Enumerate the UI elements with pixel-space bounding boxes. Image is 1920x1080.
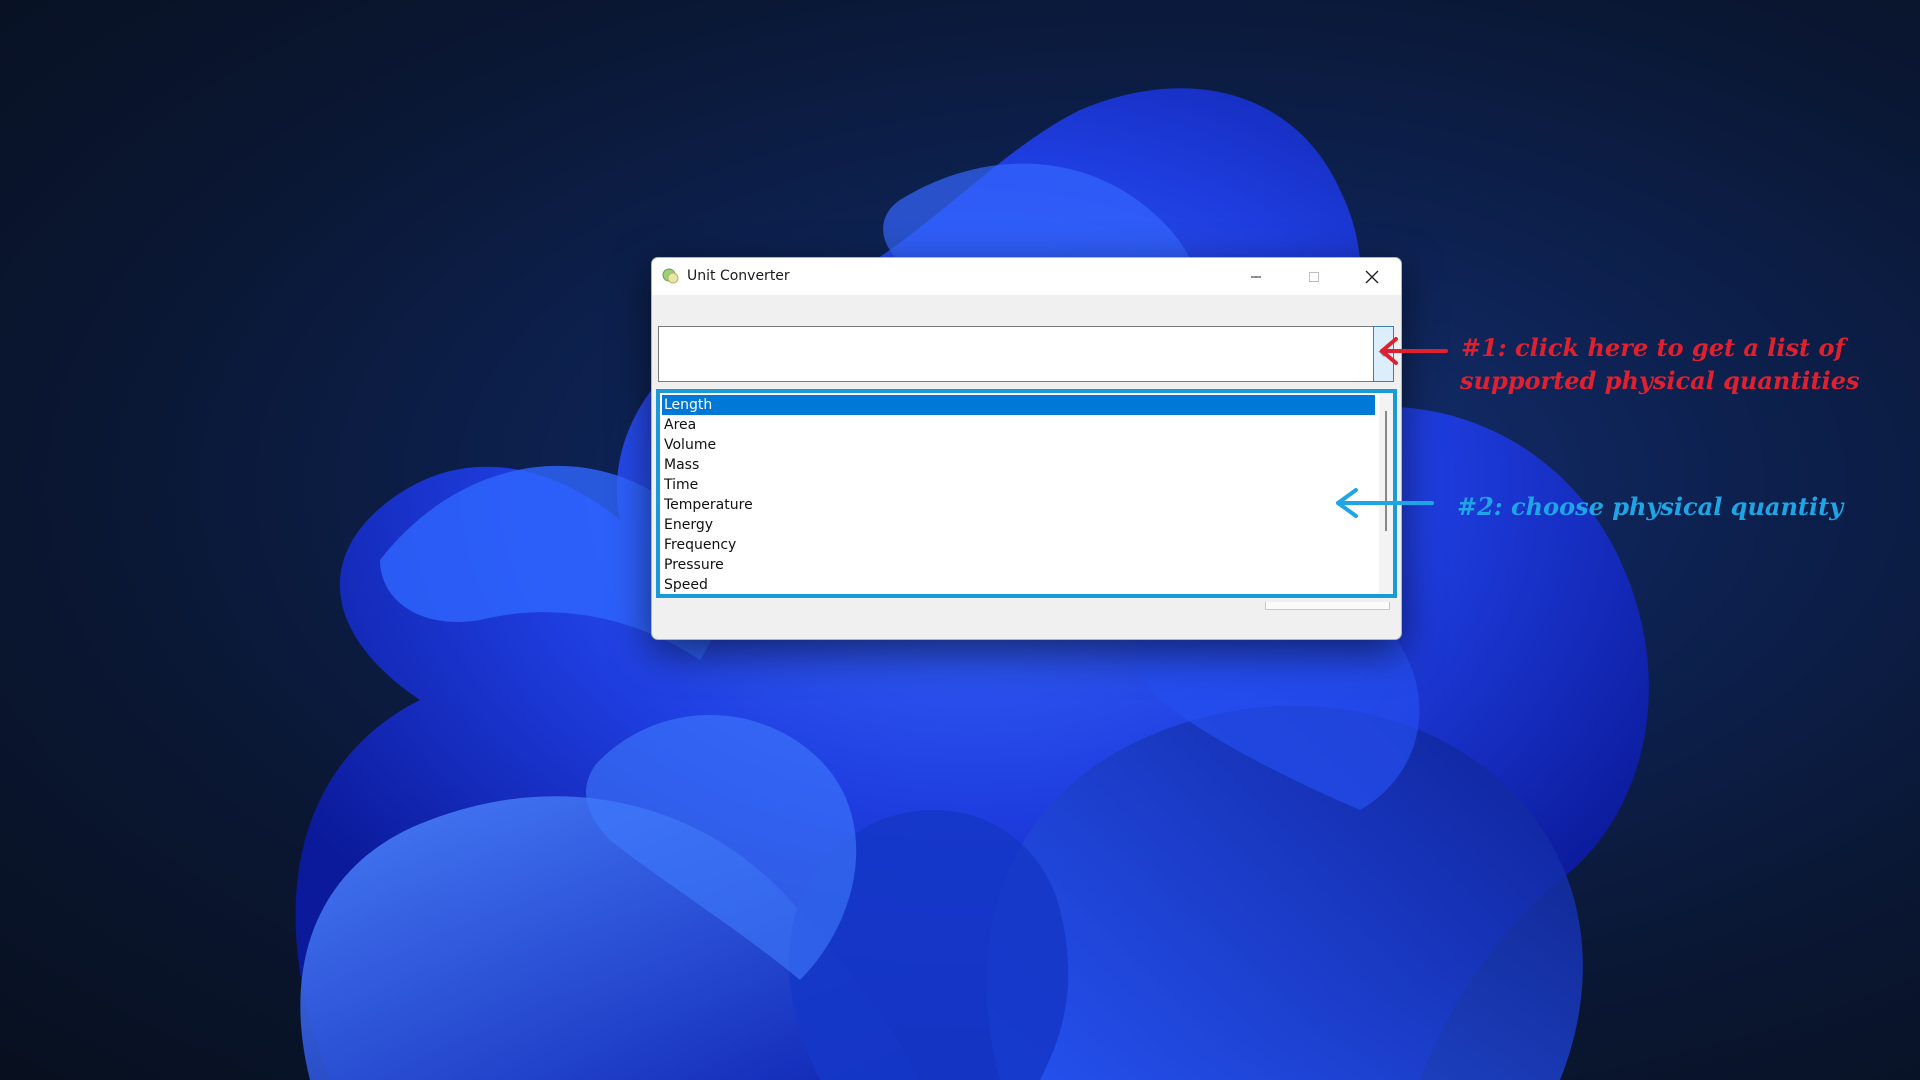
window-title: Unit Converter [687,268,790,284]
arrow-left-blue-icon [1336,488,1434,518]
list-item-volume[interactable]: Volume [662,435,1375,455]
annotation-step1-line1: #1: click here to get a list of [1461,333,1845,362]
annotation-step1-line2: supported physical quantities [1460,366,1860,395]
list-item-pressure[interactable]: Pressure [662,555,1375,575]
annotation-step2: #2: choose physical quantity [1457,492,1844,521]
desktop: Unit Converter Length Area Volume Mass T… [0,0,1920,1080]
list-item-energy[interactable]: Energy [662,515,1375,535]
list-item-speed[interactable]: Speed [662,575,1375,595]
list-item-mass[interactable]: Mass [662,455,1375,475]
list-item-time[interactable]: Time [662,475,1375,495]
maximize-icon [1309,271,1319,282]
quantity-dropdown-list: Length Area Volume Mass Time Temperature… [656,389,1397,598]
arrow-left-red-icon [1380,337,1448,365]
unit-converter-window: Unit Converter Length Area Volume Mass T… [651,257,1402,640]
annotation-step1: #1: click here to get a list of supporte… [1460,331,1860,397]
app-icon [662,267,680,285]
minimize-icon [1251,276,1261,277]
close-icon [1365,270,1379,283]
maximize-button[interactable] [1285,258,1343,295]
quantity-list: Length Area Volume Mass Time Temperature… [662,395,1375,595]
list-item-frequency[interactable]: Frequency [662,535,1375,555]
title-bar[interactable]: Unit Converter [652,258,1401,295]
list-item-length[interactable]: Length [662,395,1375,415]
close-button[interactable] [1343,258,1401,295]
quantity-combobox[interactable] [658,326,1379,382]
partially-hidden-button[interactable] [1265,602,1390,610]
list-item-temperature[interactable]: Temperature [662,495,1375,515]
minimize-button[interactable] [1227,258,1285,295]
list-item-area[interactable]: Area [662,415,1375,435]
